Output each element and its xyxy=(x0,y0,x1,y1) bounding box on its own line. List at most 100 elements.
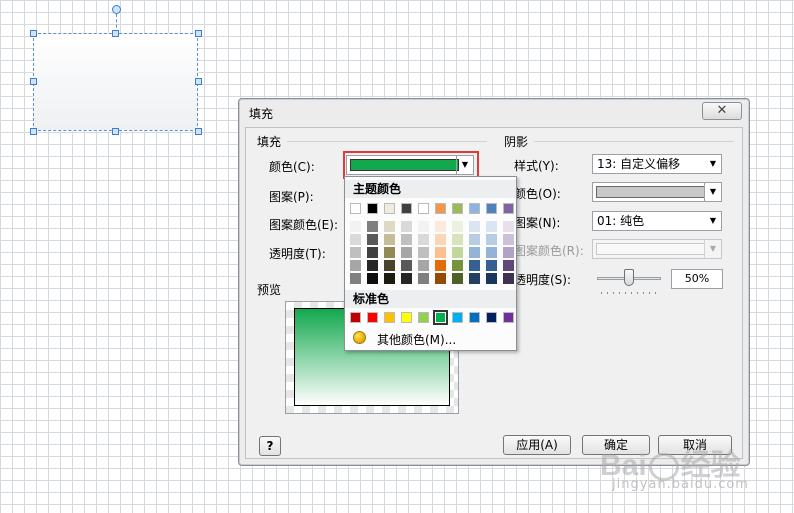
fill-transparency-label: 透明度(T): xyxy=(269,247,326,261)
theme-shade-swatch[interactable] xyxy=(350,221,361,232)
theme-shade-swatch[interactable] xyxy=(384,273,395,284)
theme-shade-swatch[interactable] xyxy=(469,260,480,271)
fill-color-swatch xyxy=(350,159,459,171)
standard-color-swatch[interactable] xyxy=(367,312,378,323)
theme-shade-swatch[interactable] xyxy=(486,273,497,284)
theme-color-swatch[interactable] xyxy=(401,203,412,214)
resize-handle-bottom[interactable] xyxy=(112,128,119,135)
theme-shade-swatch[interactable] xyxy=(418,260,429,271)
theme-shade-swatch[interactable] xyxy=(435,221,446,232)
theme-shade-swatch[interactable] xyxy=(367,221,378,232)
resize-handle-bottom-right[interactable] xyxy=(195,128,202,135)
theme-shade-swatch[interactable] xyxy=(435,273,446,284)
theme-color-swatch[interactable] xyxy=(452,203,463,214)
theme-shade-swatch[interactable] xyxy=(469,273,480,284)
theme-shade-swatch[interactable] xyxy=(384,234,395,245)
theme-color-swatch[interactable] xyxy=(418,203,429,214)
standard-color-swatch[interactable] xyxy=(469,312,480,323)
shadow-style-dropdown[interactable]: 13: 自定义偏移 ▼ xyxy=(592,154,722,174)
standard-color-swatch[interactable] xyxy=(452,312,463,323)
theme-shade-swatch[interactable] xyxy=(350,260,361,271)
resize-handle-top-left[interactable] xyxy=(30,30,37,37)
theme-shade-swatch[interactable] xyxy=(486,260,497,271)
more-colors-item[interactable]: 其他颜色(M)... xyxy=(349,329,513,348)
shadow-transparency-label: 透明度(S): xyxy=(514,273,572,287)
shadow-pattern-color-label: 图案颜色(R): xyxy=(514,244,584,258)
standard-colors-grid xyxy=(345,310,516,326)
theme-shade-swatch[interactable] xyxy=(503,221,514,232)
theme-shade-swatch[interactable] xyxy=(418,273,429,284)
fill-color-dropdown[interactable]: ▼ xyxy=(346,155,474,175)
standard-color-swatch[interactable] xyxy=(384,312,395,323)
theme-shade-swatch[interactable] xyxy=(503,234,514,245)
theme-shade-swatch[interactable] xyxy=(503,273,514,284)
theme-shade-swatch[interactable] xyxy=(452,234,463,245)
theme-shade-swatch[interactable] xyxy=(384,247,395,258)
theme-shade-swatch[interactable] xyxy=(435,247,446,258)
theme-color-swatch[interactable] xyxy=(350,203,361,214)
resize-handle-right[interactable] xyxy=(195,78,202,85)
shadow-transparency-input[interactable]: 50% xyxy=(671,269,723,289)
chevron-down-icon: ▼ xyxy=(709,216,717,225)
theme-shade-swatch[interactable] xyxy=(435,234,446,245)
resize-handle-left[interactable] xyxy=(30,78,37,85)
theme-color-swatch[interactable] xyxy=(384,203,395,214)
standard-color-swatch[interactable] xyxy=(401,312,412,323)
theme-shade-swatch[interactable] xyxy=(401,273,412,284)
theme-shade-swatch[interactable] xyxy=(401,247,412,258)
theme-colors-grid xyxy=(345,199,516,287)
standard-color-swatch[interactable] xyxy=(486,312,497,323)
theme-shade-swatch[interactable] xyxy=(350,247,361,258)
theme-shade-swatch[interactable] xyxy=(486,247,497,258)
shadow-color-dropdown[interactable]: ▼ xyxy=(592,182,722,202)
theme-shade-swatch[interactable] xyxy=(367,273,378,284)
theme-color-swatch[interactable] xyxy=(503,203,514,214)
dialog-titlebar[interactable]: 填充 ✕ xyxy=(239,99,749,125)
theme-color-swatch[interactable] xyxy=(367,203,378,214)
shadow-section-title: 阴影 xyxy=(504,135,529,149)
theme-color-swatch[interactable] xyxy=(486,203,497,214)
theme-shade-swatch[interactable] xyxy=(452,247,463,258)
apply-button[interactable]: 应用(A) xyxy=(503,435,571,455)
resize-handle-top-right[interactable] xyxy=(195,30,202,37)
theme-shade-swatch[interactable] xyxy=(486,234,497,245)
standard-color-swatch[interactable] xyxy=(418,312,429,323)
theme-shade-swatch[interactable] xyxy=(401,234,412,245)
theme-shade-swatch[interactable] xyxy=(401,260,412,271)
shadow-pattern-dropdown[interactable]: 01: 纯色 ▼ xyxy=(592,211,722,231)
resize-handle-top[interactable] xyxy=(112,30,119,37)
standard-color-swatch[interactable] xyxy=(433,310,448,325)
theme-color-swatch[interactable] xyxy=(435,203,446,214)
theme-shade-swatch[interactable] xyxy=(418,221,429,232)
theme-shade-swatch[interactable] xyxy=(469,234,480,245)
standard-color-swatch[interactable] xyxy=(503,312,514,323)
theme-shade-swatch[interactable] xyxy=(384,260,395,271)
theme-shade-swatch[interactable] xyxy=(350,273,361,284)
rotation-handle[interactable] xyxy=(112,5,121,14)
theme-shade-swatch[interactable] xyxy=(401,221,412,232)
theme-color-swatch[interactable] xyxy=(469,203,480,214)
help-button[interactable]: ? xyxy=(259,436,281,456)
theme-shade-swatch[interactable] xyxy=(469,247,480,258)
selected-rectangle-shape[interactable] xyxy=(33,33,198,131)
theme-shade-swatch[interactable] xyxy=(367,247,378,258)
theme-shade-swatch[interactable] xyxy=(350,234,361,245)
theme-shade-swatch[interactable] xyxy=(452,221,463,232)
close-button[interactable]: ✕ xyxy=(702,102,742,120)
theme-shade-swatch[interactable] xyxy=(452,273,463,284)
theme-shade-swatch[interactable] xyxy=(435,260,446,271)
theme-shade-swatch[interactable] xyxy=(503,247,514,258)
theme-shade-swatch[interactable] xyxy=(418,247,429,258)
transparency-slider-thumb[interactable] xyxy=(624,269,634,286)
theme-shade-swatch[interactable] xyxy=(469,221,480,232)
theme-shade-swatch[interactable] xyxy=(367,260,378,271)
theme-shade-swatch[interactable] xyxy=(384,221,395,232)
theme-shade-swatch[interactable] xyxy=(367,234,378,245)
theme-shade-swatch[interactable] xyxy=(486,221,497,232)
resize-handle-bottom-left[interactable] xyxy=(30,128,37,135)
fill-section-divider xyxy=(287,141,487,142)
theme-shade-swatch[interactable] xyxy=(418,234,429,245)
standard-color-swatch[interactable] xyxy=(350,312,361,323)
theme-shade-swatch[interactable] xyxy=(452,260,463,271)
theme-shade-swatch[interactable] xyxy=(503,260,514,271)
